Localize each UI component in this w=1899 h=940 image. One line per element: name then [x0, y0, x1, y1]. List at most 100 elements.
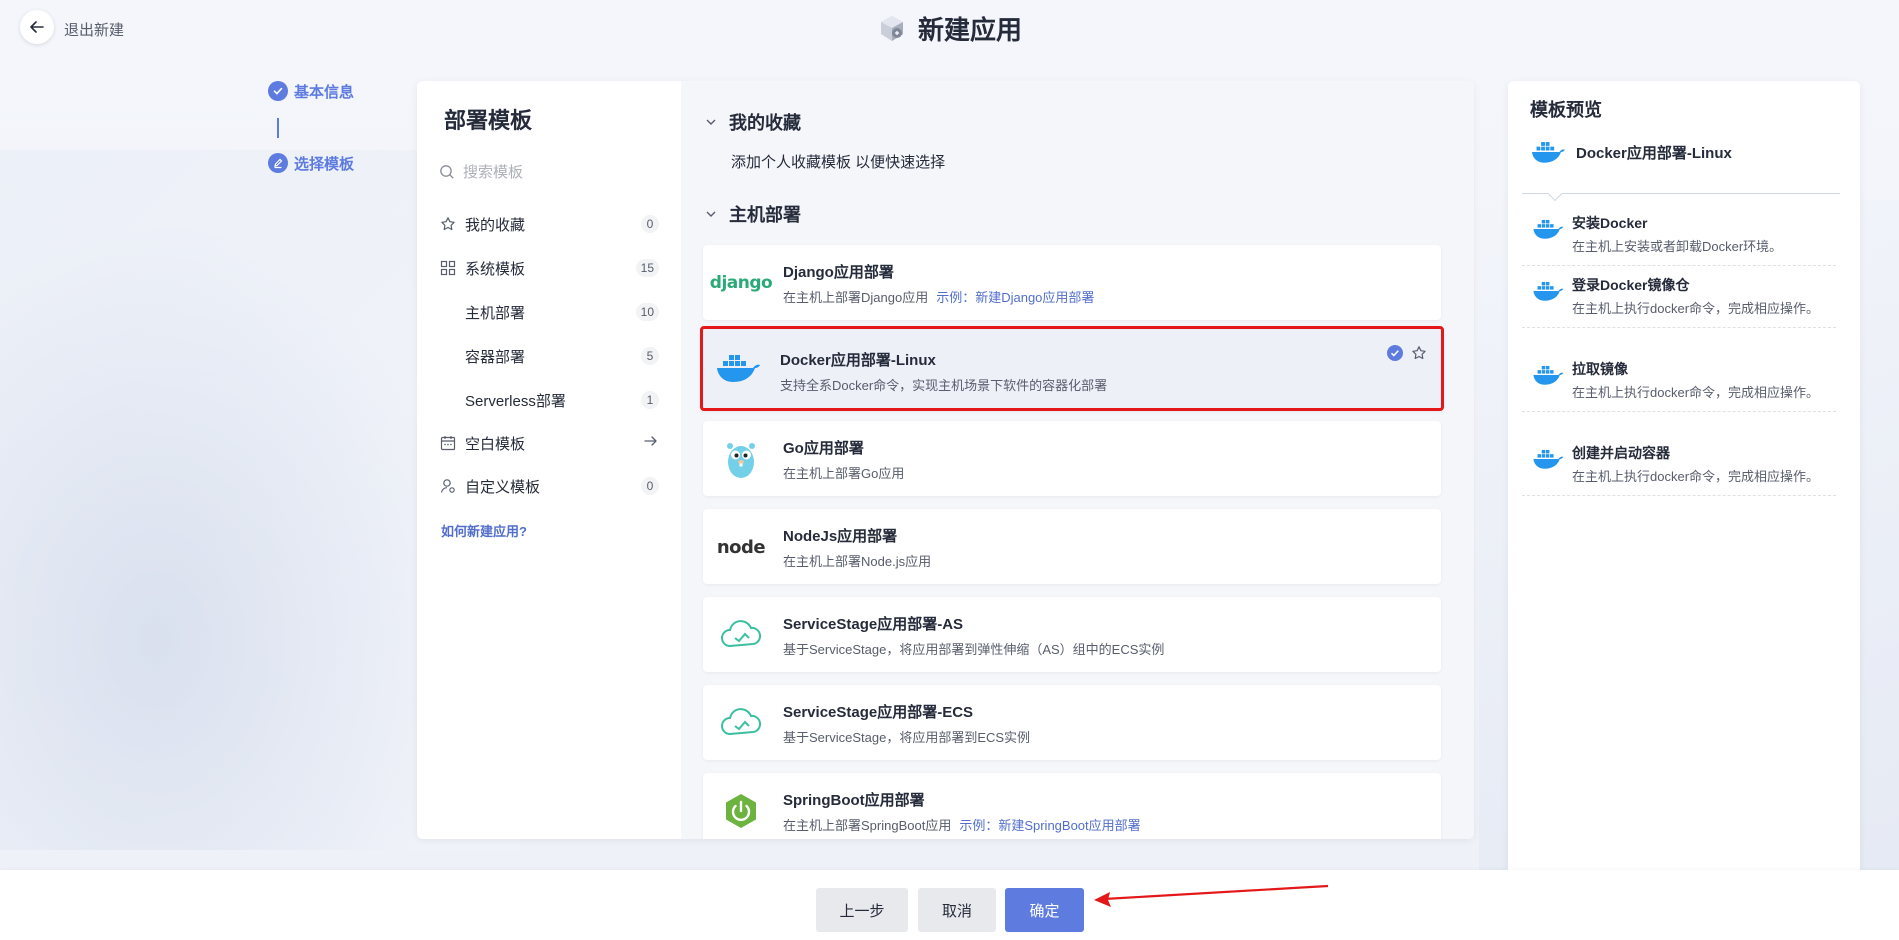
- template-desc: 在主机上部署Node.js应用: [783, 554, 932, 569]
- grid-icon: [439, 259, 457, 277]
- divider: [1522, 193, 1840, 194]
- search-input[interactable]: [463, 163, 643, 181]
- docker-logo: [714, 344, 762, 392]
- annotation-arrow: [1094, 884, 1329, 907]
- step-name: 创建并启动容器: [1572, 445, 1670, 461]
- nav-label: 主机部署: [465, 304, 526, 322]
- count-badge: 15: [635, 259, 659, 277]
- step-name: 拉取镜像: [1572, 361, 1628, 377]
- section-favorites[interactable]: 我的收藏: [705, 109, 801, 135]
- docker-logo: [1533, 281, 1564, 301]
- check-circle-icon: [1387, 345, 1403, 361]
- template-card-nodejs[interactable]: node NodeJs应用部署 在主机上部署Node.js应用: [703, 509, 1441, 584]
- preview-step: 登录Docker镜像仓 在主机上执行docker命令，完成相应操作。: [1522, 267, 1836, 328]
- preview-step: 安装Docker 在主机上安装或者卸载Docker环境。: [1522, 205, 1836, 266]
- template-desc: 支持全系Docker命令，实现主机场景下软件的容器化部署: [780, 378, 1108, 393]
- template-card-servicestage-as[interactable]: ServiceStage应用部署-AS 基于ServiceStage，将应用部署…: [703, 597, 1441, 672]
- star-icon: [439, 215, 457, 233]
- preview-template-name: Docker应用部署-Linux: [1576, 144, 1732, 162]
- docker-logo: [1533, 449, 1564, 469]
- nav-item-host-deploy[interactable]: 主机部署 10: [439, 297, 659, 327]
- nav-item-system-templates[interactable]: 系统模板 15: [439, 253, 659, 283]
- template-selector-card: 部署模板 我的收藏 0 系统模板 15 主机部署 10 容器部署 5 Serve…: [417, 81, 1474, 839]
- step-desc: 在主机上执行docker命令，完成相应操作。: [1572, 301, 1820, 316]
- count-badge: 0: [641, 215, 659, 233]
- nav-item-serverless-deploy[interactable]: Serverless部署 1: [439, 385, 659, 415]
- template-name: ServiceStage应用部署-ECS: [783, 704, 974, 721]
- section-host-deploy[interactable]: 主机部署: [705, 201, 801, 227]
- step-desc: 在主机上执行docker命令，完成相应操作。: [1572, 385, 1820, 400]
- step-name: 安装Docker: [1572, 215, 1648, 231]
- favorites-hint: 添加个人收藏模板 以便快速选择: [731, 154, 946, 171]
- preview-step: 拉取镜像 在主机上执行docker命令，完成相应操作。: [1522, 351, 1836, 412]
- section-title: 主机部署: [729, 205, 801, 225]
- nav-item-favorites[interactable]: 我的收藏 0: [439, 209, 659, 239]
- step-select-template[interactable]: 选择模板: [268, 152, 354, 174]
- template-card-docker-linux[interactable]: Docker应用部署-Linux 支持全系Docker命令，实现主机场景下软件的…: [700, 326, 1444, 411]
- template-search: [439, 156, 659, 188]
- count-badge: 0: [641, 477, 659, 495]
- go-gopher-logo: [717, 435, 765, 483]
- docker-logo: [1533, 365, 1564, 385]
- step-basic-info[interactable]: 基本信息: [268, 80, 354, 102]
- star-icon[interactable]: [1411, 345, 1427, 361]
- preview-title: 模板预览: [1530, 100, 1602, 120]
- footer-bar: 上一步 取消 确定: [0, 870, 1899, 940]
- search-icon: [440, 165, 454, 179]
- template-desc: 在主机上部署SpringBoot应用 示例：新建SpringBoot应用部署: [783, 818, 1141, 833]
- page-title: 新建应用: [918, 15, 1023, 45]
- template-desc: 在主机上部署Go应用: [783, 466, 905, 481]
- chevron-down-icon: [706, 211, 716, 217]
- step-connector: [277, 118, 279, 138]
- servicestage-logo: [717, 699, 765, 747]
- template-name: Go应用部署: [783, 440, 864, 457]
- template-list-panel: 我的收藏 添加个人收藏模板 以便快速选择 主机部署 django Django应…: [681, 81, 1474, 839]
- edit-icon: [268, 153, 288, 173]
- template-desc: 在主机上部署Django应用 示例：新建Django应用部署: [783, 290, 1095, 305]
- template-desc: 基于ServiceStage，将应用部署到弹性伸缩（AS）组中的ECS实例: [783, 642, 1165, 657]
- template-name: Django应用部署: [783, 264, 894, 281]
- check-icon: [268, 81, 288, 101]
- back-button[interactable]: [20, 10, 54, 44]
- step-desc: 在主机上安装或者卸载Docker环境。: [1572, 239, 1783, 254]
- nav-label: 自定义模板: [465, 478, 541, 496]
- nav-item-custom-template[interactable]: 自定义模板 0: [439, 471, 659, 501]
- template-name: ServiceStage应用部署-AS: [783, 616, 964, 633]
- step-desc: 在主机上执行docker命令，完成相应操作。: [1572, 469, 1820, 484]
- page-title-wrap: 新建应用: [876, 10, 1022, 47]
- template-card-django[interactable]: django Django应用部署 在主机上部署Django应用 示例：新建Dja…: [703, 245, 1441, 320]
- template-category-panel: 部署模板 我的收藏 0 系统模板 15 主机部署 10 容器部署 5 Serve…: [417, 81, 681, 839]
- servicestage-logo: [717, 611, 765, 659]
- step-indicator: 基本信息 选择模板: [268, 80, 354, 174]
- nav-item-container-deploy[interactable]: 容器部署 5: [439, 341, 659, 371]
- template-name: NodeJs应用部署: [783, 528, 898, 545]
- arrow-left-icon: [30, 21, 44, 33]
- example-link[interactable]: 示例：新建SpringBoot应用部署: [959, 818, 1140, 833]
- example-link[interactable]: 示例：新建Django应用部署: [936, 290, 1094, 305]
- template-card-servicestage-ecs[interactable]: ServiceStage应用部署-ECS 基于ServiceStage，将应用部…: [703, 685, 1441, 760]
- calendar-icon: [439, 434, 457, 452]
- count-badge: 1: [641, 391, 659, 409]
- nav-item-blank-template[interactable]: 空白模板: [439, 428, 659, 458]
- template-desc: 基于ServiceStage，将应用部署到ECS实例: [783, 730, 1031, 745]
- preview-template: Docker应用部署-Linux: [1530, 139, 1732, 165]
- nav-label: Serverless部署: [465, 392, 566, 410]
- chevron-down-icon: [706, 119, 716, 125]
- nav-label: 空白模板: [465, 435, 526, 453]
- cancel-button[interactable]: 取消: [918, 888, 996, 932]
- template-card-go[interactable]: Go应用部署 在主机上部署Go应用: [703, 421, 1441, 496]
- template-name: Docker应用部署-Linux: [780, 352, 936, 369]
- springboot-logo: [717, 787, 765, 835]
- nav-label: 容器部署: [465, 348, 526, 366]
- step-label: 基本信息: [294, 83, 355, 101]
- help-link[interactable]: 如何新建应用?: [441, 521, 527, 540]
- nodejs-logo: node: [716, 536, 766, 558]
- confirm-button[interactable]: 确定: [1005, 888, 1084, 932]
- template-card-springboot[interactable]: SpringBoot应用部署 在主机上部署SpringBoot应用 示例：新建Sp…: [703, 773, 1441, 839]
- prev-step-button[interactable]: 上一步: [816, 888, 908, 932]
- back-label[interactable]: 退出新建: [64, 19, 124, 40]
- arrow-right-icon: [643, 433, 659, 453]
- template-name: SpringBoot应用部署: [783, 792, 925, 809]
- nav-label: 系统模板: [465, 260, 526, 278]
- section-title: 我的收藏: [729, 113, 801, 133]
